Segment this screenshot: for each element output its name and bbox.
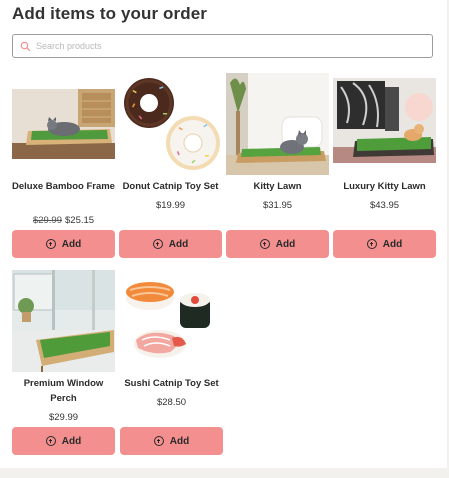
product-name: Luxury Kitty Lawn (343, 181, 426, 192)
plus-circle-icon (153, 436, 164, 446)
plus-circle-icon (45, 436, 56, 446)
product-price: $31.95 (262, 200, 293, 211)
product-card-deluxe-bamboo-frame: Deluxe Bamboo Frame $29.99 $25.15 Add (12, 73, 115, 263)
add-button[interactable]: Add (333, 230, 436, 258)
product-price: $43.95 (369, 200, 400, 211)
add-button-label: Add (168, 238, 189, 250)
product-name: Sushi Catnip Toy Set (124, 378, 219, 389)
add-button[interactable]: Add (226, 230, 329, 258)
add-button[interactable]: Add (12, 427, 115, 455)
add-button-label: Add (382, 238, 403, 250)
add-button-label: Add (61, 238, 82, 250)
product-name: Deluxe Bamboo Frame (12, 181, 115, 192)
product-image[interactable] (12, 73, 115, 175)
product-name: Donut Catnip Toy Set (122, 181, 219, 192)
product-card-premium-window-perch: Premium Window Perch $29.99 Add (12, 270, 115, 460)
add-button-label: Add (169, 435, 190, 447)
add-button-label: Add (61, 435, 82, 447)
search-icon (20, 41, 31, 52)
product-image[interactable] (119, 73, 222, 175)
plus-circle-icon (366, 239, 377, 249)
product-sale-price: $25.15 (65, 215, 95, 226)
product-price: $28.50 (156, 397, 187, 408)
product-card-donut-catnip-toy-set: Donut Catnip Toy Set $19.99 Add (119, 73, 222, 263)
page-title: Add items to your order (12, 4, 207, 23)
product-image[interactable] (333, 73, 436, 175)
add-button[interactable]: Add (120, 427, 223, 455)
order-addons-panel: Add items to your order Search products … (0, 0, 447, 468)
plus-circle-icon (259, 239, 270, 249)
product-original-price: $29.99 (32, 215, 62, 226)
add-button[interactable]: Add (12, 230, 115, 258)
plus-circle-icon (152, 239, 163, 249)
add-button[interactable]: Add (119, 230, 222, 258)
plus-circle-icon (45, 239, 56, 249)
product-image[interactable] (226, 73, 329, 175)
product-image[interactable] (12, 270, 115, 372)
product-name: Premium Window Perch (23, 378, 104, 404)
add-button-label: Add (275, 238, 296, 250)
search-placeholder: Search products (36, 41, 102, 51)
product-price: $29.99 (48, 412, 79, 423)
product-image[interactable] (120, 270, 223, 372)
product-card-luxury-kitty-lawn: Luxury Kitty Lawn $43.95 Add (333, 73, 436, 263)
product-name: Kitty Lawn (253, 181, 302, 192)
product-price: $19.99 (155, 200, 186, 211)
product-price: $29.99 $25.15 (12, 215, 115, 226)
search-input[interactable]: Search products (12, 34, 433, 58)
product-card-sushi-catnip-toy-set: Sushi Catnip Toy Set $28.50 Add (120, 270, 223, 460)
product-card-kitty-lawn: Kitty Lawn $31.95 Add (226, 73, 329, 263)
